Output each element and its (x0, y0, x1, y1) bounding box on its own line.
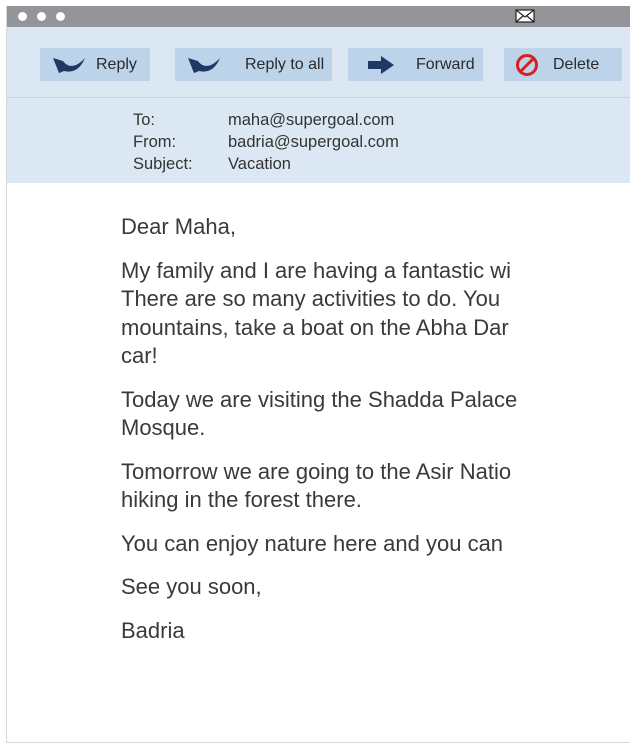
window-close-dot[interactable] (18, 12, 27, 21)
subject-row: Subject: Vacation (133, 155, 291, 174)
paragraph-2: Today we are visiting the Shadda Palace … (121, 386, 630, 443)
delete-button[interactable]: Delete (504, 48, 622, 81)
signature: Badria (121, 617, 185, 643)
message-body: Dear Maha, My family and I are having a … (121, 213, 630, 660)
to-value: maha@supergoal.com (228, 111, 395, 129)
paragraph-3: Tomorrow we are going to the Asir Natio … (121, 458, 630, 515)
to-row: To: maha@supergoal.com (133, 111, 394, 130)
to-label: To: (133, 111, 156, 129)
line: There are so many activities to do. You (121, 286, 501, 311)
window-minimize-dot[interactable] (37, 12, 46, 21)
reply-all-arrow-icon (188, 57, 220, 73)
forward-button[interactable]: Forward (348, 48, 483, 81)
line: car! (121, 343, 158, 368)
greeting: Dear Maha, (121, 214, 236, 239)
reply-all-button[interactable]: Reply to all (175, 48, 332, 81)
line: My family and I are having a fantastic w… (121, 257, 512, 283)
closing: See you soon, (121, 574, 262, 599)
paragraph-4: You can enjoy nature here and you can (121, 530, 504, 556)
title-bar (7, 6, 630, 27)
message-headers: To: maha@supergoal.com From: badria@superg… (7, 98, 630, 183)
from-row: From: badria@supergoal.com (133, 133, 399, 152)
line: hiking in the forest there. (121, 487, 362, 512)
reply-all-label: Reply to all (245, 55, 325, 73)
paragraph-1: My family and I are having a fantastic w… (121, 257, 630, 371)
line: Tomorrow we are going to the Asir Natio (121, 458, 512, 484)
subject-label: Subject: (133, 155, 193, 173)
window-zoom-dot[interactable] (56, 12, 65, 21)
from-label: From: (133, 133, 177, 151)
forward-label: Forward (416, 55, 475, 73)
line: Today we are visiting the Shadda Palace (121, 386, 518, 412)
from-value: badria@supergoal.com (228, 133, 399, 151)
line: mountains, take a boat on the Abha Dar (121, 314, 509, 340)
envelope-icon (515, 9, 535, 23)
reply-label: Reply (96, 55, 137, 73)
toolbar: Reply Reply to all Forward Delete (7, 27, 630, 98)
delete-label: Delete (553, 55, 600, 73)
line: Mosque. (121, 415, 206, 440)
forward-arrow-icon (368, 55, 394, 74)
subject-value: Vacation (228, 155, 291, 173)
reply-arrow-icon (53, 57, 85, 73)
reply-button[interactable]: Reply (40, 48, 150, 81)
no-entry-icon (516, 53, 538, 76)
